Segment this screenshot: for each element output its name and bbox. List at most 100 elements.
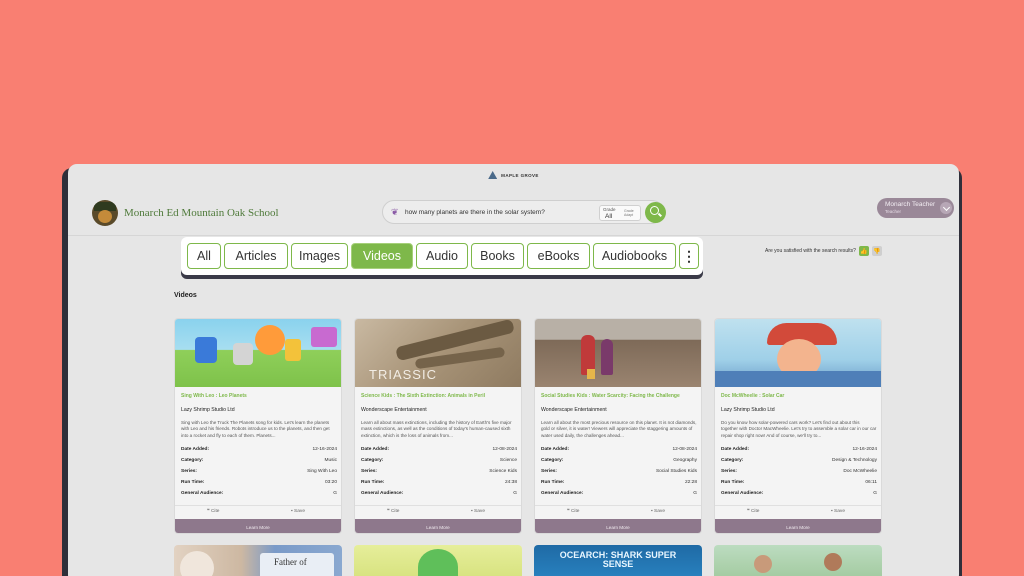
category-row: Category: Science bbox=[361, 458, 517, 466]
tab-audiobooks[interactable]: Audiobooks bbox=[593, 243, 676, 269]
category-row: Category: Design & Technology bbox=[721, 458, 877, 466]
quote-icon: ❝ bbox=[567, 509, 570, 514]
save-button[interactable]: ▪ Save bbox=[471, 509, 485, 514]
video-publisher: Wonderscape Entertainment bbox=[361, 407, 427, 413]
field-label: Category: bbox=[721, 458, 744, 463]
video-thumbnail[interactable]: OCEARCH: SHARK SUPER SENSE bbox=[534, 545, 702, 576]
butterfly-icon: ❦ bbox=[391, 207, 399, 217]
audience-row: General Audience: G bbox=[541, 491, 697, 499]
field-label: Category: bbox=[181, 458, 204, 463]
app-window: MAPLE GROVE Monarch Ed Mountain Oak Scho… bbox=[68, 164, 959, 576]
audience-row: General Audience: G bbox=[721, 491, 877, 499]
save-button[interactable]: ▪ Save bbox=[831, 509, 845, 514]
field-label: Run Time: bbox=[541, 480, 565, 485]
video-thumbnail[interactable] bbox=[714, 545, 882, 576]
quote-icon: ❝ bbox=[387, 509, 390, 514]
field-label: General Audience: bbox=[721, 491, 764, 496]
video-thumbnail[interactable]: Father of bbox=[174, 545, 342, 576]
grade-hint: Grade Adapt bbox=[624, 209, 634, 217]
video-thumbnail[interactable] bbox=[354, 545, 522, 576]
learn-more-button[interactable]: Learn More bbox=[715, 519, 881, 533]
date-added-row: Date Added: 12-08-2024 bbox=[361, 447, 517, 455]
video-title[interactable]: Doc McWheelie : Solar Car bbox=[721, 393, 879, 399]
school-name[interactable]: Monarch Ed Mountain Oak School bbox=[124, 207, 279, 219]
quote-icon: ❝ bbox=[747, 509, 750, 514]
category-tabs: All Articles Images Videos Audio Books e… bbox=[181, 237, 703, 275]
field-value: Design & Technology bbox=[832, 458, 877, 463]
series-row: Series: Sing With Leo bbox=[181, 469, 337, 477]
field-value: Social Studies Kids bbox=[655, 469, 697, 474]
grade-label: Grade bbox=[603, 207, 616, 212]
tab-books[interactable]: Books bbox=[471, 243, 524, 269]
field-value: Geography bbox=[673, 458, 697, 463]
field-value: G bbox=[693, 491, 697, 496]
video-title[interactable]: Science Kids : The Sixth Extinction: Ani… bbox=[361, 393, 519, 399]
user-role: Teacher bbox=[885, 209, 902, 214]
video-thumbnail[interactable] bbox=[535, 319, 701, 387]
school-logo-icon[interactable] bbox=[92, 200, 118, 226]
video-card[interactable]: TRIASSIC Science Kids : The Sixth Extinc… bbox=[354, 318, 522, 534]
tab-articles[interactable]: Articles bbox=[224, 243, 288, 269]
tab-audio[interactable]: Audio bbox=[416, 243, 468, 269]
field-label: Series: bbox=[361, 469, 377, 474]
user-menu[interactable]: Monarch Teacher Teacher bbox=[877, 198, 954, 218]
tab-videos[interactable]: Videos bbox=[351, 243, 413, 269]
video-description: Learn all about mass extinctions, includ… bbox=[361, 420, 512, 438]
save-button[interactable]: ▪ Save bbox=[651, 509, 665, 514]
search-input[interactable] bbox=[405, 205, 595, 220]
video-thumbnail[interactable] bbox=[715, 319, 881, 387]
category-row: Category: Geography bbox=[541, 458, 697, 466]
card-actions: ❝ Cite ▪ Save bbox=[175, 505, 341, 518]
category-row: Category: Music bbox=[181, 458, 337, 466]
cite-button[interactable]: ❝ Cite bbox=[567, 509, 579, 514]
top-brand-bar: MAPLE GROVE bbox=[68, 164, 959, 186]
folder-icon: ▪ bbox=[651, 509, 653, 514]
field-label: General Audience: bbox=[361, 491, 404, 496]
video-thumbnail[interactable] bbox=[175, 319, 341, 387]
chevron-down-icon[interactable] bbox=[940, 202, 952, 214]
save-button[interactable]: ▪ Save bbox=[291, 509, 305, 514]
folder-icon: ▪ bbox=[471, 509, 473, 514]
video-card[interactable]: Social Studies Kids : Water Scarcity: Fa… bbox=[534, 318, 702, 534]
field-label: Category: bbox=[541, 458, 564, 463]
run-time-row: Run Time: 03:20 bbox=[181, 480, 337, 488]
series-row: Series: Science Kids bbox=[361, 469, 517, 477]
cite-button[interactable]: ❝ Cite bbox=[747, 509, 759, 514]
video-title[interactable]: Social Studies Kids : Water Scarcity: Fa… bbox=[541, 393, 699, 399]
field-label: Run Time: bbox=[721, 480, 745, 485]
field-value: 06:11 bbox=[865, 480, 877, 485]
video-card[interactable]: Doc McWheelie : Solar Car Lazy Shrimp St… bbox=[714, 318, 882, 534]
field-label: Series: bbox=[541, 469, 557, 474]
tab-all[interactable]: All bbox=[187, 243, 221, 269]
field-label: General Audience: bbox=[541, 491, 584, 496]
tab-ebooks[interactable]: eBooks bbox=[527, 243, 590, 269]
field-label: Date Added: bbox=[361, 447, 390, 452]
more-tabs-button[interactable]: ⋮ bbox=[679, 243, 699, 269]
run-time-row: Run Time: 06:11 bbox=[721, 480, 877, 488]
video-thumbnail[interactable]: TRIASSIC bbox=[355, 319, 521, 387]
grade-selector[interactable]: Grade All Grade Adapt bbox=[599, 205, 641, 221]
run-time-row: Run Time: 22:28 bbox=[541, 480, 697, 488]
cite-button[interactable]: ❝ Cite bbox=[207, 509, 219, 514]
cite-button[interactable]: ❝ Cite bbox=[387, 509, 399, 514]
learn-more-button[interactable]: Learn More bbox=[535, 519, 701, 533]
field-label: Date Added: bbox=[181, 447, 210, 452]
learn-more-button[interactable]: Learn More bbox=[175, 519, 341, 533]
thumbs-down-icon[interactable]: 👎 bbox=[872, 246, 882, 256]
thumbs-up-icon[interactable]: 👍 bbox=[859, 246, 869, 256]
field-value: 03:20 bbox=[324, 480, 337, 485]
section-title: Videos bbox=[174, 292, 197, 299]
tab-images[interactable]: Images bbox=[291, 243, 348, 269]
audience-row: General Audience: G bbox=[361, 491, 517, 499]
field-value: G bbox=[873, 491, 877, 496]
audience-row: General Audience: G bbox=[181, 491, 337, 499]
field-label: Run Time: bbox=[361, 480, 385, 485]
video-title[interactable]: Sing With Leo : Leo Planets bbox=[181, 393, 339, 399]
learn-more-button[interactable]: Learn More bbox=[355, 519, 521, 533]
search-bar: ❦ Grade All Grade Adapt bbox=[382, 200, 666, 224]
field-value: 12-08-2024 bbox=[492, 447, 517, 452]
search-button[interactable] bbox=[645, 202, 666, 223]
video-card[interactable]: Sing With Leo : Leo Planets Lazy Shrimp … bbox=[174, 318, 342, 534]
video-description: Learn all about the most precious resour… bbox=[541, 420, 697, 438]
series-row: Series: Social Studies Kids bbox=[541, 469, 697, 477]
